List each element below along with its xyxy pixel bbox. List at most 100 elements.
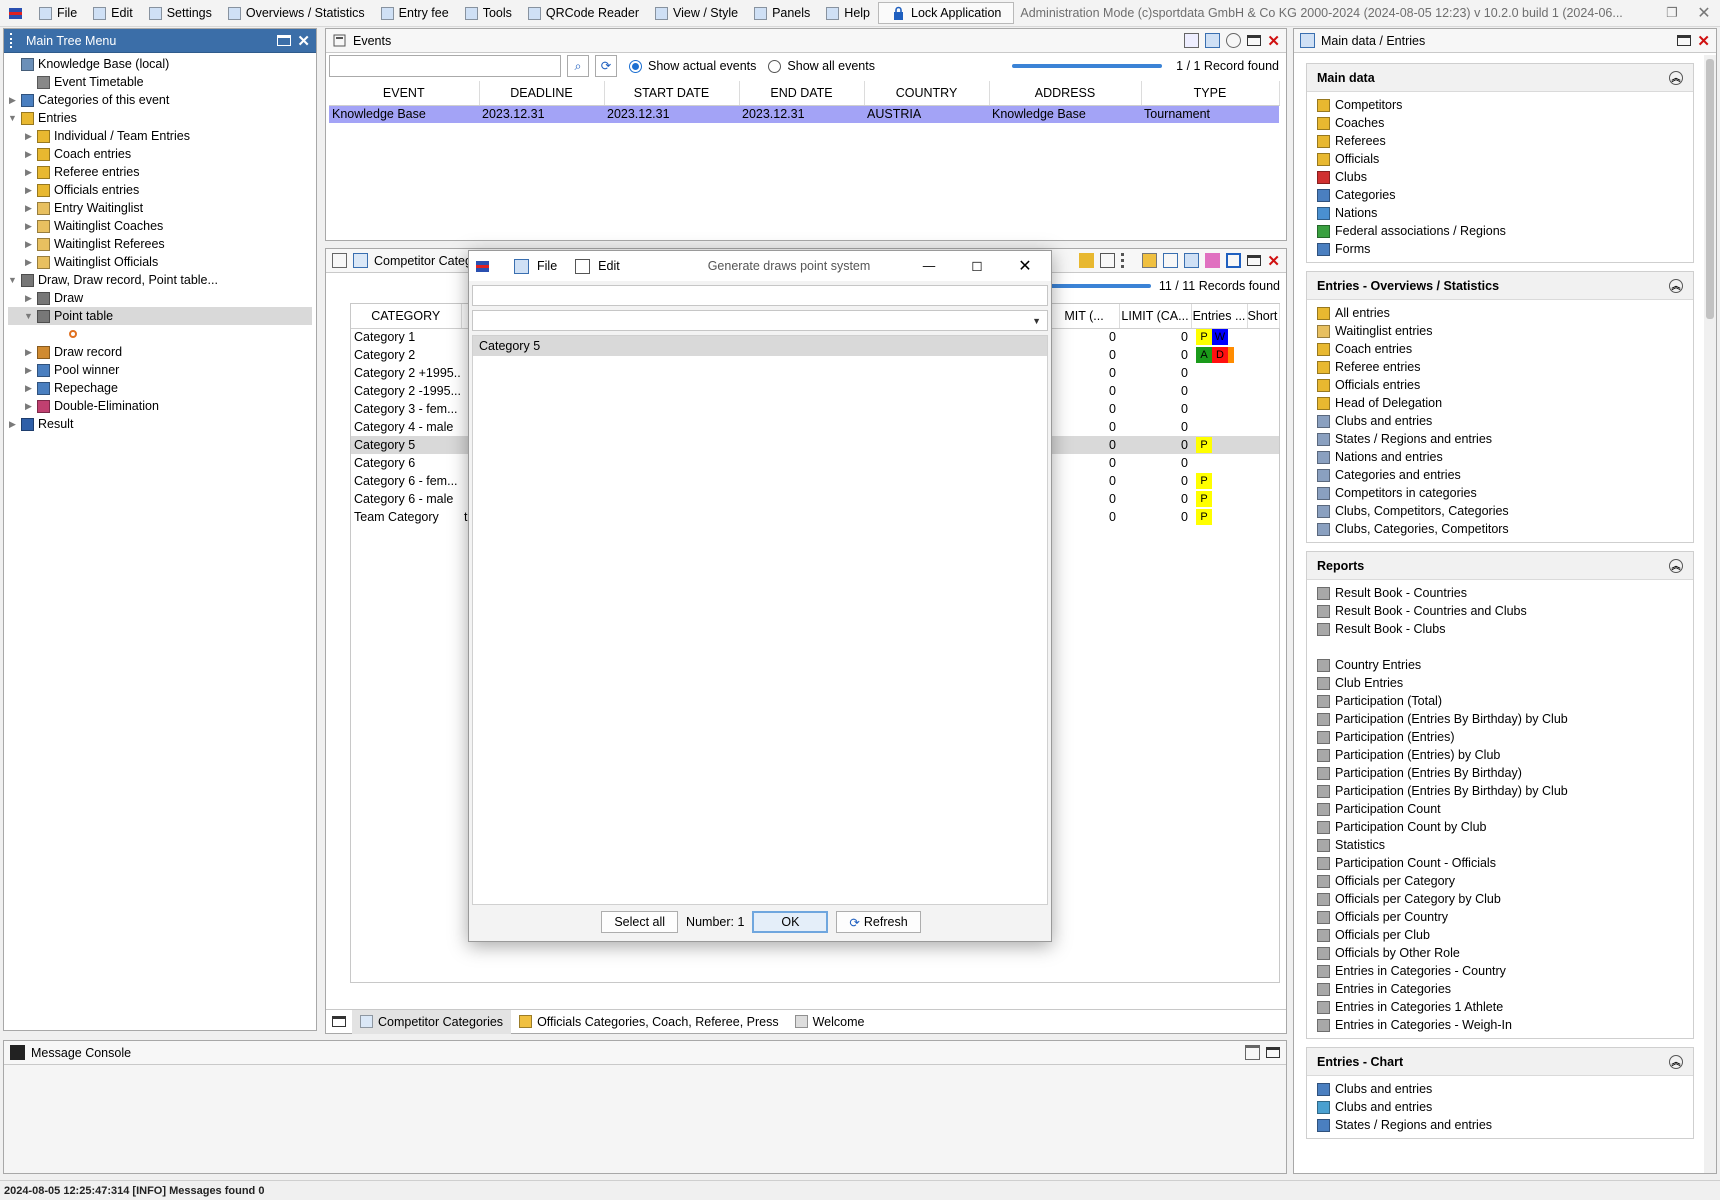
collapse-icon[interactable]: ︽ (1669, 70, 1683, 85)
ok-button[interactable]: OK (752, 911, 829, 933)
close-icon[interactable]: ✕ (1697, 32, 1710, 50)
section-link[interactable]: States / Regions and entries (1317, 1116, 1683, 1134)
cards-icon[interactable] (1142, 253, 1158, 268)
tree-item[interactable]: ▶ Draw record (8, 343, 312, 361)
section-header[interactable]: Entries - Overviews / Statistics ︽ (1307, 272, 1693, 300)
expand-icon[interactable]: ▶ (24, 167, 33, 178)
tree-item[interactable]: ▼ Draw, Draw record, Point table... (8, 271, 312, 289)
dialog-filter-input[interactable] (472, 285, 1048, 306)
section-link[interactable]: Participation (Entries) (1317, 728, 1683, 746)
tree-item[interactable]: ▶ Officials entries (8, 181, 312, 199)
expand-icon[interactable]: ▶ (24, 401, 33, 412)
section-link[interactable]: Participation (Entries By Birthday) by C… (1317, 782, 1683, 800)
panel-layout-icon[interactable] (332, 1016, 346, 1027)
section-link[interactable]: Participation (Entries) by Club (1317, 746, 1683, 764)
chevron-down-icon[interactable]: ▼ (1032, 316, 1041, 326)
section-header[interactable]: Entries - Chart ︽ (1307, 1048, 1693, 1076)
section-link[interactable]: Clubs and entries (1317, 1098, 1683, 1116)
section-link[interactable]: Officials per Category (1317, 872, 1683, 890)
col-header-limit-max[interactable]: LIMIT (CA... (1119, 304, 1192, 329)
expand-icon[interactable]: ▼ (24, 311, 33, 321)
section-link[interactable]: Entries in Categories - Country (1317, 962, 1683, 980)
lock-application-button[interactable]: Lock Application (878, 2, 1015, 24)
layout-icon[interactable] (1226, 253, 1242, 268)
section-link[interactable]: Entries in Categories (1317, 980, 1683, 998)
section-link[interactable]: Nations (1317, 204, 1683, 222)
expand-icon[interactable]: ▶ (8, 419, 17, 430)
trash-icon[interactable] (1245, 1045, 1260, 1060)
section-link[interactable]: Coach entries (1317, 340, 1683, 358)
tree-item[interactable]: ▶ Waitinglist Coaches (8, 217, 312, 235)
right-scrollbar[interactable] (1704, 55, 1716, 1173)
section-link[interactable]: Clubs and entries (1317, 1080, 1683, 1098)
tree-item[interactable]: ▶ Categories of this event (8, 91, 312, 109)
grid-icon[interactable] (1163, 253, 1179, 268)
section-link[interactable]: Referees (1317, 132, 1683, 150)
expand-icon[interactable]: ▶ (24, 203, 33, 214)
maximize-window-icon[interactable]: ☐ (957, 259, 997, 274)
events-search-input[interactable] (329, 55, 561, 77)
section-link[interactable]: Entries in Categories 1 Athlete (1317, 998, 1683, 1016)
col-header[interactable]: COUNTRY (864, 81, 990, 106)
expand-icon[interactable]: ▶ (24, 185, 33, 196)
section-link[interactable]: Federal associations / Regions (1317, 222, 1683, 240)
tab-2[interactable]: Welcome (787, 1010, 873, 1034)
section-link[interactable]: Categories and entries (1317, 466, 1683, 484)
maximize-icon[interactable] (277, 35, 292, 46)
tree-item[interactable]: ▶ Pool winner (8, 361, 312, 379)
col-header[interactable]: END DATE (739, 81, 865, 106)
folder-icon[interactable] (1205, 33, 1221, 48)
tree-item[interactable]: ▶ Individual / Team Entries (8, 127, 312, 145)
section-link[interactable]: Participation Count by Club (1317, 818, 1683, 836)
tree-item[interactable]: ▶ Waitinglist Referees (8, 235, 312, 253)
section-link[interactable]: Clubs, Categories, Competitors (1317, 520, 1683, 538)
minimize-icon[interactable]: — (909, 259, 949, 273)
maximize-icon[interactable] (1247, 35, 1262, 46)
close-icon[interactable]: ✕ (1267, 32, 1280, 50)
maximize-icon[interactable] (1266, 1047, 1280, 1058)
form-icon[interactable] (1100, 253, 1116, 268)
tree-item[interactable]: ▶ Double-Elimination (8, 397, 312, 415)
section-link[interactable]: Coaches (1317, 114, 1683, 132)
section-link[interactable]: Referee entries (1317, 358, 1683, 376)
expand-icon[interactable]: ▶ (24, 383, 33, 394)
col-header[interactable]: DEADLINE (479, 81, 605, 106)
section-link[interactable]: Categories (1317, 186, 1683, 204)
col-header-category[interactable]: CATEGORY (351, 304, 462, 329)
show-actual-events-radio[interactable] (629, 59, 642, 73)
expand-icon[interactable]: ▶ (24, 131, 33, 142)
expand-icon[interactable]: ▶ (24, 365, 33, 376)
tree-item[interactable]: ▶ Referee entries (8, 163, 312, 181)
col-header[interactable]: START DATE (604, 81, 740, 106)
tree-item[interactable]: ▶ Result (8, 415, 312, 433)
tree-item[interactable]: ▶ Coach entries (8, 145, 312, 163)
section-link[interactable]: Officials entries (1317, 376, 1683, 394)
section-link[interactable]: All entries (1317, 304, 1683, 322)
menu-file[interactable]: File (31, 0, 85, 27)
menu-settings[interactable]: Settings (141, 0, 220, 27)
section-link[interactable]: Head of Delegation (1317, 394, 1683, 412)
section-link[interactable]: Participation Count (1317, 800, 1683, 818)
clock-icon[interactable] (1226, 33, 1242, 48)
section-link[interactable]: Forms (1317, 240, 1683, 258)
dialog-menu-edit[interactable]: Edit (598, 259, 620, 273)
tree-item[interactable]: ▼ Entries (8, 109, 312, 127)
section-link[interactable]: Officials per Country (1317, 908, 1683, 926)
tree-item[interactable] (8, 325, 312, 343)
section-link[interactable]: Participation (Entries By Birthday) by C… (1317, 710, 1683, 728)
tab-1[interactable]: Officials Categories, Coach, Referee, Pr… (511, 1010, 787, 1034)
expand-icon[interactable]: ▶ (24, 221, 33, 232)
close-dialog-icon[interactable]: ✕ (1005, 256, 1045, 276)
menu-view-style[interactable]: View / Style (647, 0, 746, 27)
dialog-combo[interactable]: ▼ (472, 310, 1048, 331)
tab-0[interactable]: Competitor Categories (352, 1009, 512, 1034)
show-all-events-radio[interactable] (768, 59, 782, 73)
expand-icon[interactable]: ▶ (24, 293, 33, 304)
section-link[interactable]: Officials by Other Role (1317, 944, 1683, 962)
section-link[interactable]: Country Entries (1317, 656, 1683, 674)
menu-help[interactable]: Help (818, 0, 878, 27)
expand-icon[interactable]: ▶ (24, 149, 33, 160)
menu-panels[interactable]: Panels (746, 0, 818, 27)
scrollbar-thumb[interactable] (1706, 59, 1714, 319)
collapse-icon[interactable]: ︽ (1669, 1054, 1683, 1069)
